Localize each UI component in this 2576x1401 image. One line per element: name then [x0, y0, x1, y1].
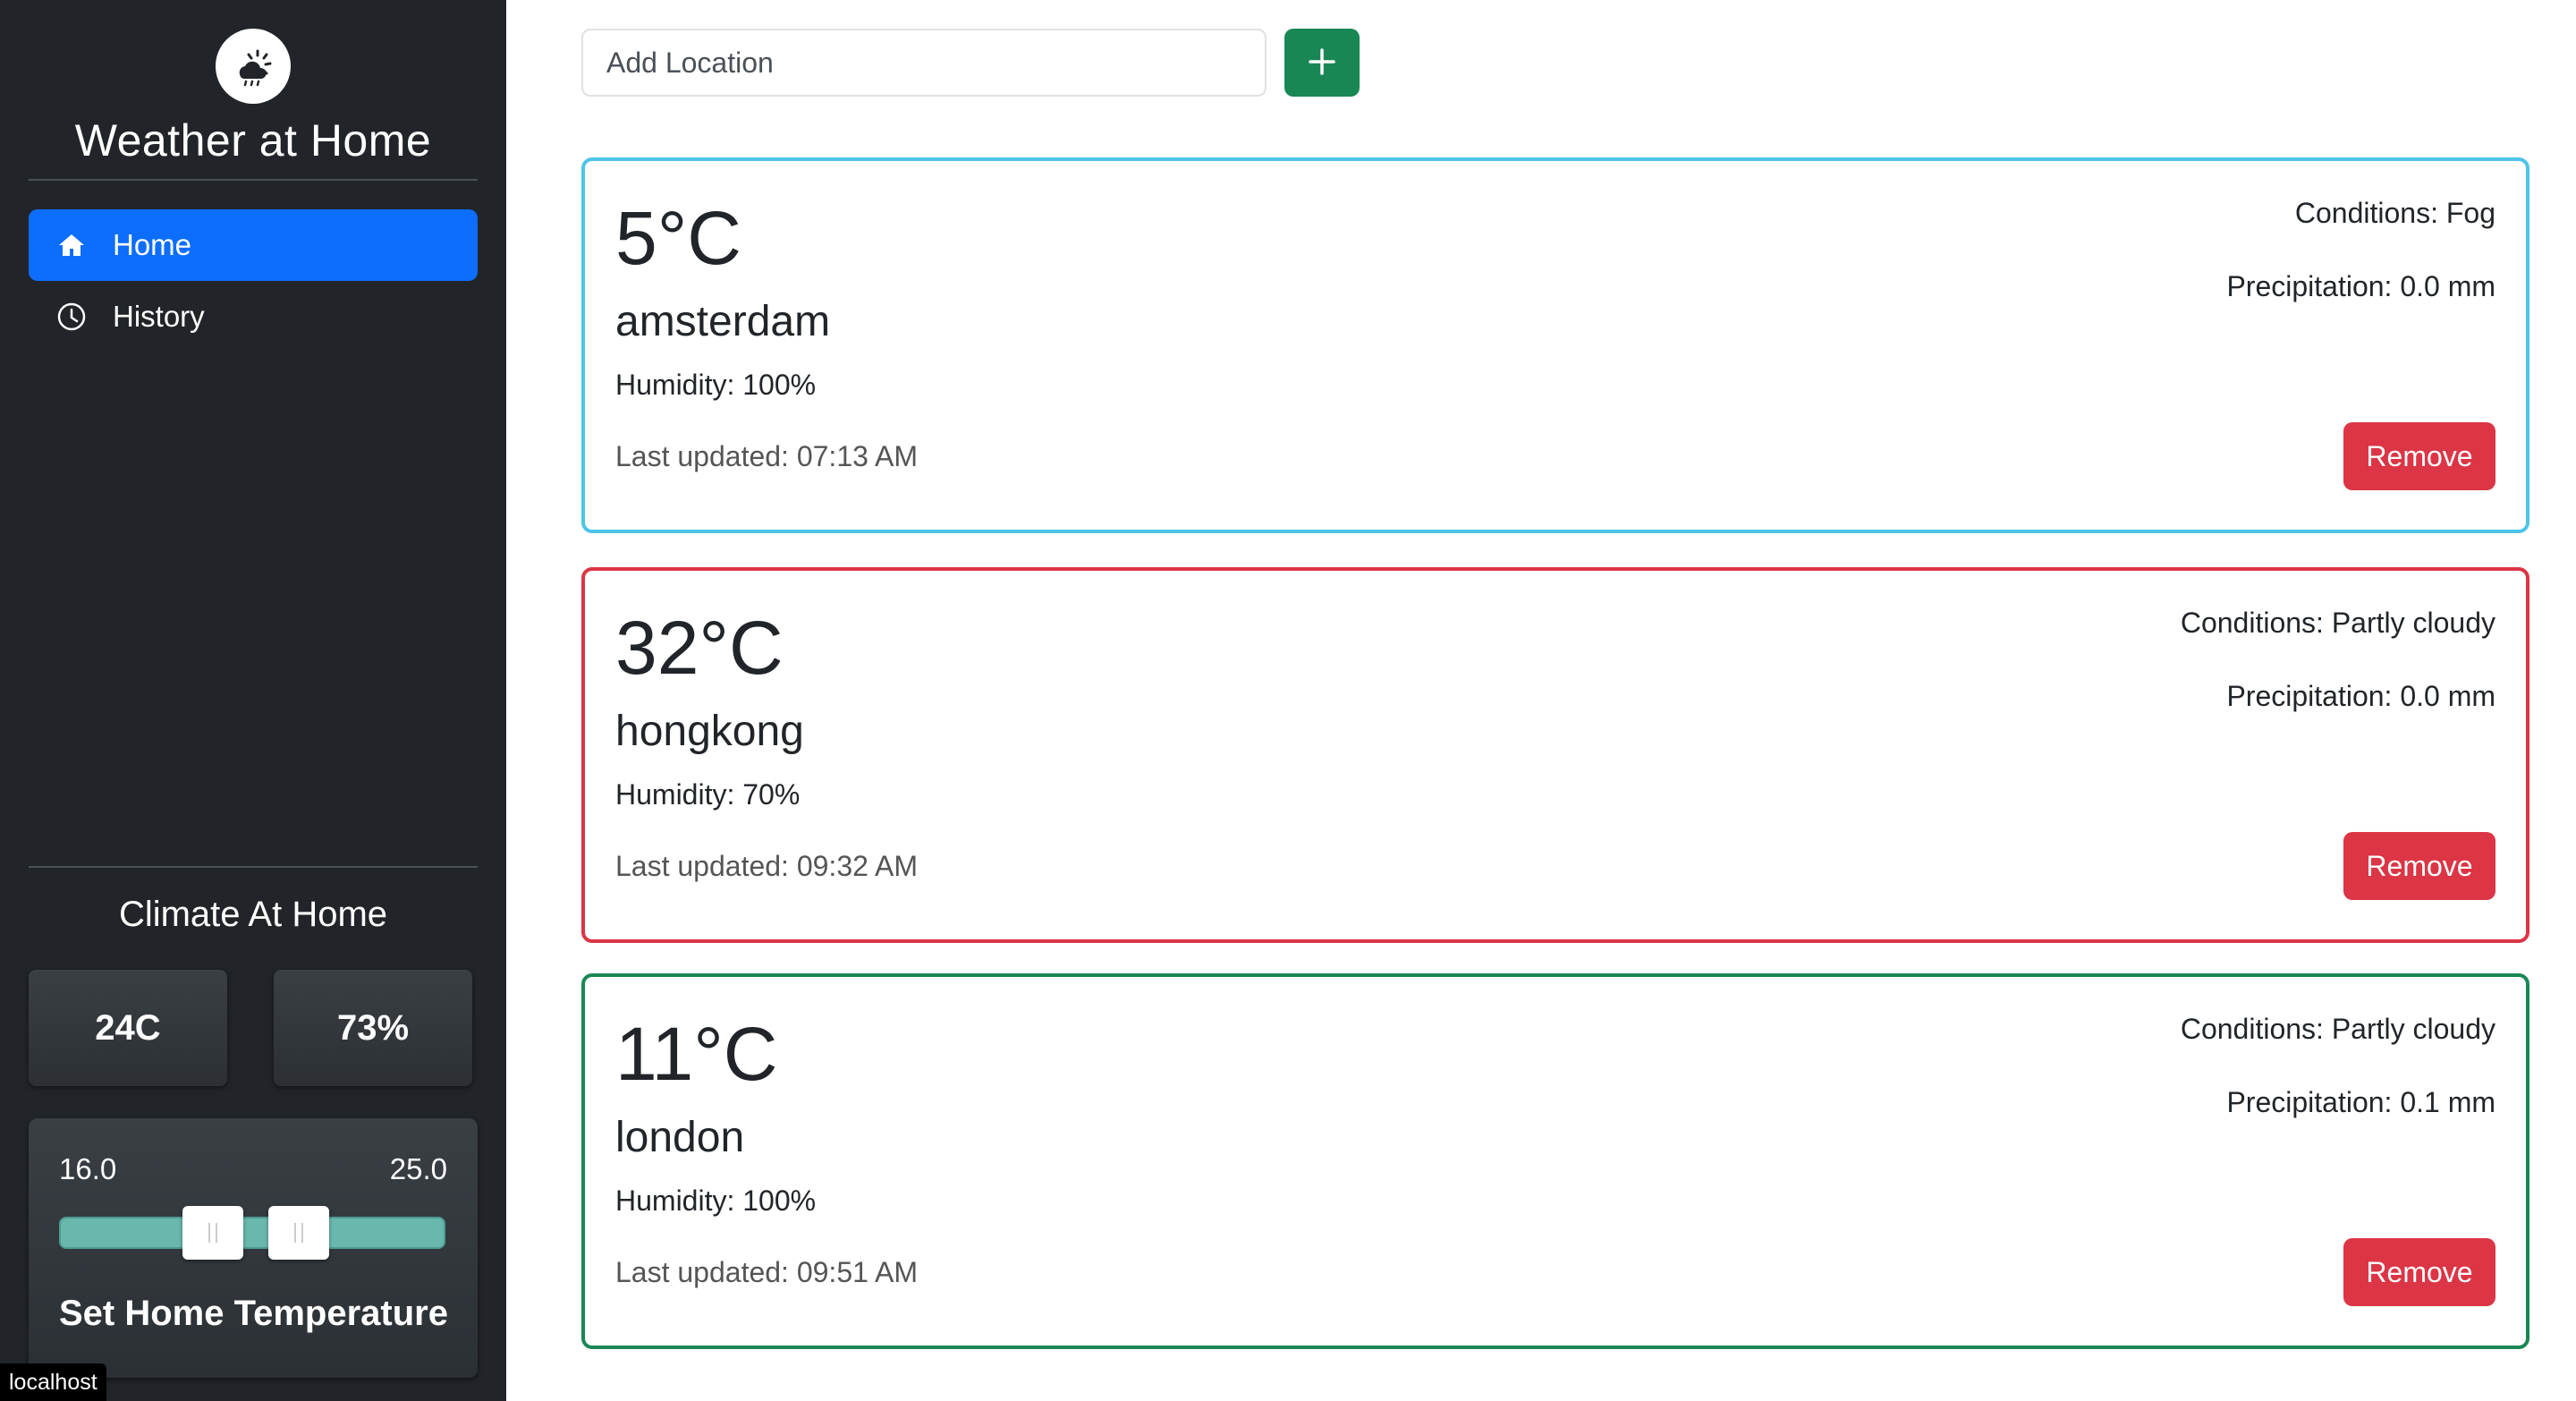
range-max-value: 25.0 [389, 1152, 447, 1185]
weather-card: 5°C amsterdam Humidity: 100% Last update… [581, 157, 2529, 533]
plus-icon [1307, 47, 1337, 80]
home-icon [55, 229, 88, 261]
remove-button[interactable]: Remove [2343, 422, 2496, 490]
precipitation-text: Precipitation: 0.0 mm [2226, 680, 2496, 712]
slider-max-handle[interactable] [268, 1206, 329, 1260]
city-name: amsterdam [615, 298, 831, 345]
city-name: london [615, 1114, 745, 1161]
temperature-value: 5°C [615, 196, 741, 280]
conditions-text: Conditions: Partly cloudy [2180, 1013, 2496, 1045]
grip-icon [208, 1223, 217, 1243]
last-updated-text: Last updated: 07:13 AM [615, 440, 919, 472]
add-location-input[interactable] [581, 29, 1267, 97]
city-name: hongkong [615, 708, 804, 755]
add-location-button[interactable] [1284, 29, 1360, 97]
humidity-text: Humidity: 70% [615, 778, 801, 811]
sidebar-item-home[interactable]: Home [29, 209, 478, 281]
sidebar: Weather at Home Home History Climate At … [0, 0, 506, 1401]
home-temperature-readout: 24C [29, 970, 227, 1086]
divider [29, 866, 478, 868]
temperature-value: 11°C [615, 1012, 778, 1096]
temperature-value: 32°C [615, 606, 784, 690]
sidebar-item-label: History [113, 300, 205, 333]
remove-button[interactable]: Remove [2343, 832, 2496, 900]
slider-min-handle[interactable] [182, 1206, 243, 1260]
range-min-value: 16.0 [59, 1152, 117, 1185]
sidebar-nav: Home History [29, 209, 478, 352]
temperature-range-slider[interactable] [59, 1217, 445, 1249]
weather-card: 11°C london Humidity: 100% Last updated:… [581, 973, 2529, 1349]
conditions-text: Conditions: Partly cloudy [2180, 607, 2496, 639]
humidity-text: Humidity: 100% [615, 1184, 817, 1217]
precipitation-text: Precipitation: 0.0 mm [2226, 270, 2496, 302]
remove-button[interactable]: Remove [2343, 1238, 2496, 1306]
partly-cloudy-icon [216, 29, 291, 104]
conditions-text: Conditions: Fog [2294, 197, 2496, 229]
last-updated-text: Last updated: 09:32 AM [615, 850, 919, 882]
last-updated-text: Last updated: 09:51 AM [615, 1256, 919, 1288]
set-temperature-label: Set Home Temperature [59, 1294, 448, 1333]
home-humidity-readout: 73% [274, 970, 472, 1086]
brand: Weather at Home [0, 29, 506, 166]
clock-icon [55, 301, 88, 333]
weather-card: 32°C hongkong Humidity: 70% Last updated… [581, 567, 2529, 943]
temperature-range-panel: 16.0 25.0 Set Home Temperature [29, 1118, 478, 1378]
humidity-text: Humidity: 100% [615, 369, 817, 401]
sidebar-item-history[interactable]: History [29, 281, 478, 352]
grip-icon [294, 1223, 303, 1243]
brand-title: Weather at Home [74, 115, 432, 166]
precipitation-text: Precipitation: 0.1 mm [2226, 1086, 2496, 1118]
climate-title: Climate At Home [118, 895, 388, 934]
status-url-tooltip: localhost [0, 1363, 106, 1401]
divider [29, 179, 478, 181]
sidebar-item-label: Home [113, 228, 192, 261]
